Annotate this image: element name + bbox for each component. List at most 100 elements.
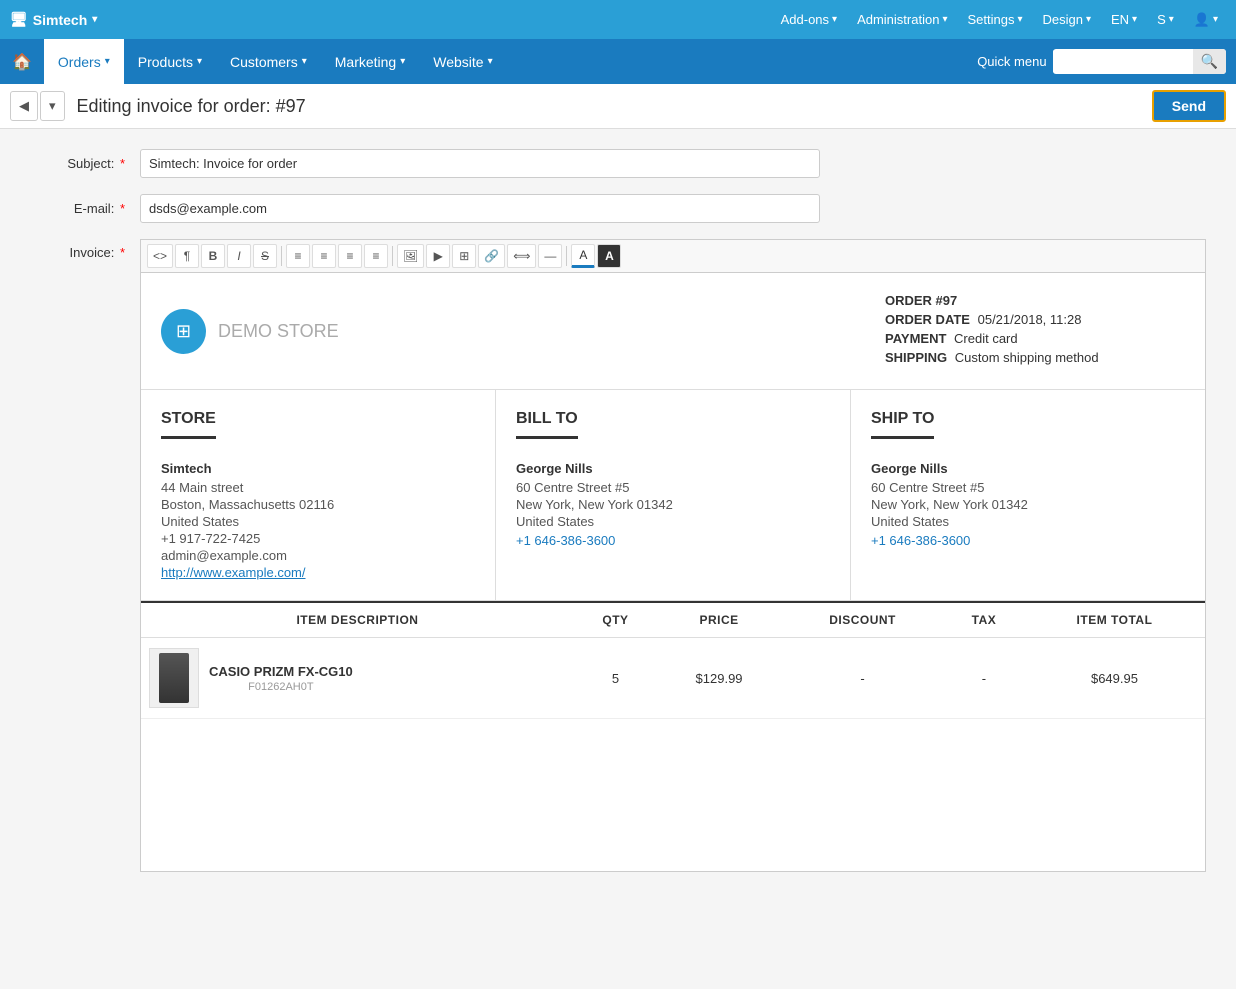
store-address1: 44 Main street	[161, 480, 475, 495]
toolbar-outdent[interactable]: ≡	[338, 244, 362, 268]
toolbar-bold[interactable]: B	[201, 244, 225, 268]
toolbar-unordered-list[interactable]: ≡	[286, 244, 310, 268]
email-required: *	[120, 201, 125, 216]
item-total: $649.95	[1024, 638, 1205, 719]
quick-menu-label[interactable]: Quick menu	[977, 54, 1046, 69]
settings-arrow: ▾	[1017, 14, 1022, 25]
search-box: 🔍	[1053, 49, 1226, 74]
order-number-row: ORDER #97	[885, 293, 1185, 308]
bill-to-address2: New York, New York 01342	[516, 497, 830, 512]
invoice-order-info: ORDER #97 ORDER DATE 05/21/2018, 11:28 P…	[885, 293, 1185, 369]
toolbar-indent[interactable]: ≡	[364, 244, 388, 268]
order-date-label: ORDER DATE	[885, 312, 970, 327]
invoice-logo-area: ⊞ DEMO STORE	[161, 293, 885, 369]
store-name-suffix: STORE	[272, 321, 339, 341]
toolbar-hr[interactable]: —	[538, 244, 562, 268]
toolbar-table[interactable]: ⊞	[452, 244, 476, 268]
store-website[interactable]: http://www.example.com/	[161, 565, 475, 580]
top-nav-items: Add-ons ▾ Administration ▾ Settings ▾ De…	[773, 8, 1226, 32]
store-address-col: STORE Simtech 44 Main street Boston, Mas…	[141, 390, 496, 600]
website-menu[interactable]: Website ▾	[419, 39, 506, 84]
website-arrow: ▾	[488, 56, 493, 67]
customers-menu[interactable]: Customers ▾	[216, 39, 321, 84]
administration-menu[interactable]: Administration ▾	[849, 8, 955, 31]
toolbar-divider-1	[281, 246, 282, 266]
language-menu[interactable]: EN ▾	[1103, 8, 1145, 31]
user-icon: 👤	[1194, 12, 1210, 28]
ship-to-address2: New York, New York 01342	[871, 497, 1185, 512]
toolbar-italic[interactable]: I	[227, 244, 251, 268]
bill-to-name: George Nills	[516, 461, 830, 476]
table-header-row: ITEM DESCRIPTION QTY PRICE DISCOUNT TAX …	[141, 602, 1205, 638]
item-qty: 5	[574, 638, 657, 719]
ship-to-address1: 60 Centre Street #5	[871, 480, 1185, 495]
top-navigation-bar: 🖥 Simtech ▾ Add-ons ▾ Administration ▾ S…	[0, 0, 1236, 39]
toolbar-strikethrough[interactable]: S	[253, 244, 277, 268]
store-email: admin@example.com	[161, 548, 475, 563]
toolbar-bg-color[interactable]: A	[597, 244, 621, 268]
design-label: Design	[1042, 12, 1082, 27]
toolbar-font-color[interactable]: A	[571, 244, 595, 268]
back-button[interactable]: ◀	[10, 91, 38, 121]
marketing-label: Marketing	[335, 54, 396, 70]
store-arrow: ▾	[1169, 14, 1174, 25]
toolbar-divider-3	[566, 246, 567, 266]
quick-menu-area: Quick menu 🔍	[967, 39, 1236, 84]
email-input[interactable]	[140, 194, 820, 223]
invoice-editor-container: <> ¶ B I S ≡ ≡ ≡ ≡ 🖼 ▶ ⊞ 🔗 ⟺ — A A	[140, 239, 1206, 872]
store-name: Simtech	[161, 461, 475, 476]
store-country: United States	[161, 514, 475, 529]
ship-to-title: SHIP TO	[871, 410, 934, 439]
item-sku: F01262AH0T	[209, 681, 353, 693]
dropdown-button[interactable]: ▾	[40, 91, 65, 121]
orders-menu[interactable]: Orders ▾	[44, 39, 124, 84]
logo[interactable]: 🖥 Simtech ▾	[10, 11, 97, 28]
user-menu[interactable]: 👤 ▾	[1186, 8, 1226, 32]
store-menu[interactable]: S ▾	[1149, 8, 1182, 31]
invoice-items-table: ITEM DESCRIPTION QTY PRICE DISCOUNT TAX …	[141, 601, 1205, 719]
logo-dropdown-arrow: ▾	[92, 14, 97, 25]
item-description-cell: CASIO PRIZM FX-CG10 F01262AH0T	[141, 638, 574, 719]
ship-to-country: United States	[871, 514, 1185, 529]
search-input[interactable]	[1053, 50, 1193, 73]
search-button[interactable]: 🔍	[1193, 49, 1226, 74]
th-price: PRICE	[657, 602, 781, 638]
item-image	[149, 648, 199, 708]
design-arrow: ▾	[1086, 14, 1091, 25]
toolbar-align[interactable]: ⟺	[507, 244, 536, 268]
store-title: STORE	[161, 410, 216, 439]
toolbar-ordered-list[interactable]: ≡	[312, 244, 336, 268]
products-menu[interactable]: Products ▾	[124, 39, 216, 84]
marketing-menu[interactable]: Marketing ▾	[321, 39, 420, 84]
toolbar-image[interactable]: 🖼	[397, 244, 424, 268]
toolbar-source[interactable]: <>	[147, 244, 173, 268]
administration-label: Administration	[857, 12, 939, 27]
home-button[interactable]: 🏠	[0, 39, 44, 84]
invoice-logo-circle: ⊞	[161, 309, 206, 354]
orders-label: Orders	[58, 54, 101, 70]
bill-to-phone: +1 646-386-3600	[516, 533, 830, 548]
invoice-preview: ⊞ DEMO STORE ORDER #97 ORDER DATE 0	[141, 273, 1205, 719]
toolbar-link[interactable]: 🔗	[478, 244, 505, 268]
customers-arrow: ▾	[302, 56, 307, 67]
subject-required: *	[120, 156, 125, 171]
subject-input[interactable]	[140, 149, 820, 178]
item-image-inner	[159, 653, 189, 703]
order-number: ORDER #97	[885, 293, 957, 308]
email-field-group: E-mail: *	[30, 194, 1206, 223]
addons-menu[interactable]: Add-ons ▾	[773, 8, 845, 31]
design-menu[interactable]: Design ▾	[1034, 8, 1099, 31]
toolbar-paragraph[interactable]: ¶	[175, 244, 199, 268]
invoice-preview-area[interactable]: ⊞ DEMO STORE ORDER #97 ORDER DATE 0	[140, 272, 1206, 872]
send-button[interactable]: Send	[1152, 90, 1226, 122]
shipping-row: SHIPPING Custom shipping method	[885, 350, 1185, 365]
invoice-header: ⊞ DEMO STORE ORDER #97 ORDER DATE 0	[141, 273, 1205, 390]
invoice-editor-row: Invoice: * <> ¶ B I S ≡ ≡ ≡ ≡ 🖼 ▶ ⊞ 🔗	[30, 239, 1206, 872]
logo-icon: 🖥	[10, 11, 28, 28]
settings-menu[interactable]: Settings ▾	[959, 8, 1030, 31]
toolbar-video[interactable]: ▶	[426, 244, 450, 268]
page-nav-buttons: ◀ ▾	[10, 91, 65, 121]
shipping-label: SHIPPING	[885, 350, 947, 365]
order-date-row: ORDER DATE 05/21/2018, 11:28	[885, 312, 1185, 327]
second-navigation-bar: 🏠 Orders ▾ Products ▾ Customers ▾ Market…	[0, 39, 1236, 84]
